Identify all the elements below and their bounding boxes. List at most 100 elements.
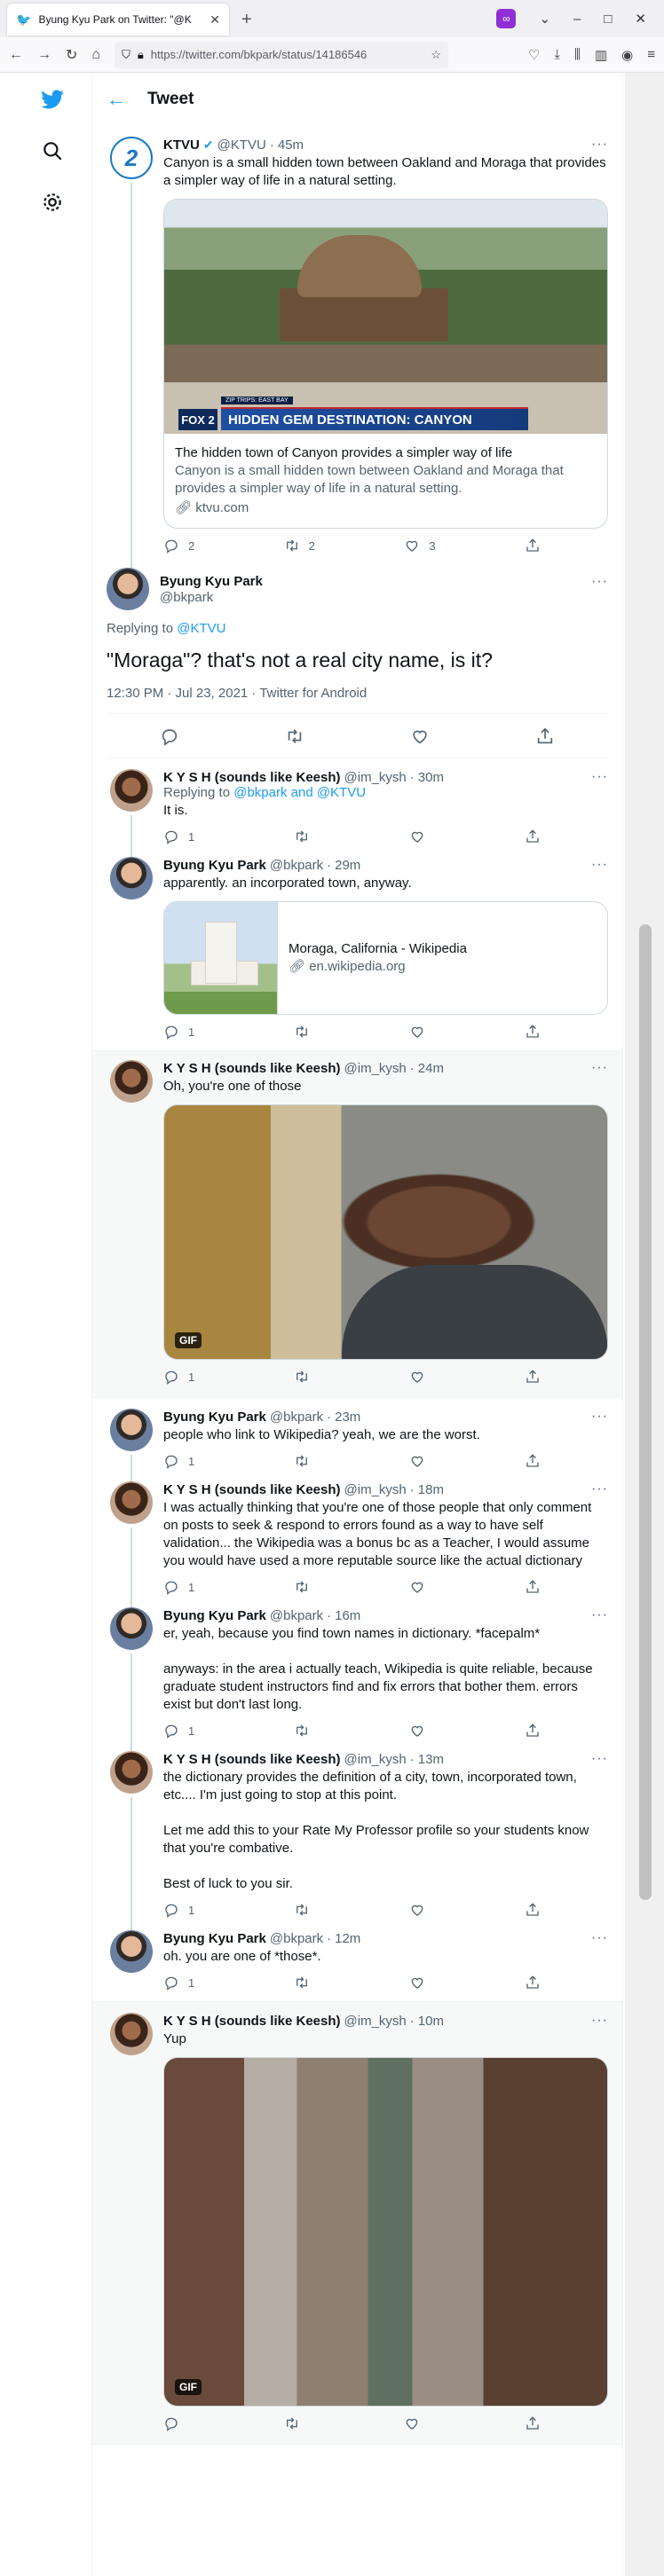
more-options-icon[interactable]: ··· [591,857,608,873]
author-name[interactable]: Byung Kyu Park [163,1931,266,1946]
author-handle[interactable]: @im_kysh [344,1482,407,1497]
reply-button[interactable]: 1 [163,1024,194,1040]
gear-icon[interactable] [38,188,67,216]
source-link[interactable]: Twitter for Android [259,686,367,701]
author-name[interactable]: K Y S H (sounds like Keesh) [163,2014,341,2029]
reply-tweet[interactable]: Byung Kyu Park @bkpark · 29m ··· apparently.… [92,853,622,1051]
avatar[interactable] [110,1481,153,1524]
reply-tweet[interactable]: Byung Kyu Park @bkpark · 23m ··· people who … [92,1398,622,1490]
reply-tweet[interactable]: K Y S H (sounds like Keesh) @im_kysh · 13m ·… [92,1747,622,1957]
author-handle[interactable]: @KTVU [217,137,266,153]
timestamp-link[interactable]: 12:30 PM · Jul 23, 2021 [107,686,248,701]
retweet-button[interactable] [294,1369,310,1385]
twitter-bird-icon[interactable] [38,85,67,114]
link-card[interactable]: Moraga, California - Wikipedia 🔗︎ en.wik… [163,901,608,1015]
reply-button[interactable]: 1 [163,1975,194,1991]
chevron-down-icon[interactable]: ⌄ [539,11,550,27]
close-tab-icon[interactable]: ✕ [209,12,220,27]
author-name[interactable]: K Y S H (sounds like Keesh) [163,1752,341,1767]
more-options-icon[interactable]: ··· [591,1607,608,1623]
author-name[interactable]: K Y S H (sounds like Keesh) [163,770,341,785]
share-button[interactable] [525,1723,541,1739]
author-handle[interactable]: @bkpark [160,590,213,605]
retweet-button[interactable] [294,1723,310,1739]
page-scrollbar[interactable] [625,73,664,2576]
avatar[interactable] [110,769,153,812]
pocket-icon[interactable]: ♡ [528,47,540,63]
like-button[interactable] [409,1579,425,1595]
like-button[interactable] [409,1453,425,1469]
tweet-time[interactable]: 29m [335,858,360,873]
retweet-button[interactable] [294,1453,310,1469]
lock-icon[interactable]: 🔒︎ [138,48,144,62]
retweet-button[interactable] [294,1975,310,1991]
like-button[interactable] [409,1369,425,1385]
author-name[interactable]: KTVU [163,137,200,153]
more-options-icon[interactable]: ··· [591,1930,608,1946]
more-options-icon[interactable]: ··· [591,137,608,153]
home-icon[interactable]: ⌂ [91,47,100,63]
link-card[interactable]: FOX 2 ZIP TRIPS: EAST BAY HIDDEN GEM DES… [163,199,608,529]
sidebar-icon[interactable]: ▥ [595,47,607,63]
more-options-icon[interactable]: ··· [591,769,608,785]
avatar[interactable] [110,1930,153,1973]
like-button[interactable] [409,1024,425,1040]
downloads-icon[interactable]: ⤓ [554,47,560,63]
reload-icon[interactable]: ↻ [66,46,77,64]
tweet-time[interactable]: 10m [418,2014,444,2029]
heart-icon[interactable] [410,726,430,746]
bookmark-star-icon[interactable]: ☆ [431,48,441,62]
tweet-time[interactable]: 45m [278,137,304,153]
reply-button[interactable]: 2 [163,538,194,554]
author-handle[interactable]: @im_kysh [344,1061,407,1076]
tweet-time[interactable]: 24m [418,1061,444,1076]
avatar[interactable] [110,1060,153,1103]
forward-icon[interactable]: → [37,47,51,63]
retweet-button[interactable]: 2 [284,538,315,554]
more-options-icon[interactable]: ··· [591,1060,608,1076]
gif-media[interactable]: GIF [163,1104,608,1360]
gif-media[interactable]: GIF [163,2057,608,2407]
author-name[interactable]: Byung Kyu Park [160,574,263,589]
retweet-button[interactable] [294,829,310,844]
retweet-button[interactable] [294,1902,310,1918]
tweet-time[interactable]: 16m [335,1608,360,1623]
extension-icon[interactable]: ◉ [621,47,633,63]
more-options-icon[interactable]: ··· [591,1409,608,1425]
url-bar[interactable]: ⛉ 🔒︎ https://twitter.com/bkpark/status/1… [115,41,449,68]
author-name[interactable]: Byung Kyu Park [163,1410,266,1425]
avatar[interactable] [110,857,153,899]
like-button[interactable] [409,829,425,844]
replying-to-link[interactable]: @KTVU [177,621,225,636]
like-button[interactable]: 3 [404,538,436,554]
tweet-ktvu[interactable]: 2 KTVU ✔︎ @KTVU · 45m ··· Canyon is a sm… [92,126,622,591]
reply-tweet[interactable]: Byung Kyu Park @bkpark · 16m ··· er, yeah, b… [92,1604,622,1760]
avatar[interactable] [110,1409,153,1451]
reply-icon[interactable] [160,726,179,746]
share-button[interactable] [525,538,541,554]
author-name[interactable]: Byung Kyu Park [163,858,266,873]
reply-tweet[interactable]: Byung Kyu Park @bkpark · 12m ··· oh. you are… [92,1927,622,2002]
reply-button[interactable]: 1 [163,1902,194,1918]
share-button[interactable] [525,1902,541,1918]
replying-to-link[interactable]: @bkpark and @KTVU [233,785,366,800]
browser-tab[interactable]: 🐦 Byung Kyu Park on Twitter: "@K ✕ [7,4,229,35]
author-name[interactable]: K Y S H (sounds like Keesh) [163,1061,341,1076]
author-handle[interactable]: @im_kysh [344,2014,407,2029]
author-name[interactable]: K Y S H (sounds like Keesh) [163,1482,341,1497]
retweet-button[interactable] [294,1579,310,1595]
url-text[interactable]: https://twitter.com/bkpark/status/141865… [151,48,424,61]
reply-tweet[interactable]: K Y S H (sounds like Keesh) @im_kysh · 30m ·… [92,758,622,867]
avatar[interactable] [107,568,149,610]
retweet-button[interactable] [294,1024,310,1040]
author-handle[interactable]: @im_kysh [344,770,407,785]
close-window-icon[interactable]: ✕ [635,11,646,27]
share-button[interactable] [525,1975,541,1991]
avatar[interactable]: 2 [110,137,153,179]
maximize-icon[interactable]: □ [604,12,612,27]
reply-button[interactable]: 1 [163,1723,194,1739]
tweet-time[interactable]: 13m [418,1752,444,1767]
more-options-icon[interactable]: ··· [591,1481,608,1497]
back-icon[interactable]: ← [9,47,23,63]
reply-tweet[interactable]: K Y S H (sounds like Keesh) @im_kysh · 10m ·… [92,2002,622,2445]
